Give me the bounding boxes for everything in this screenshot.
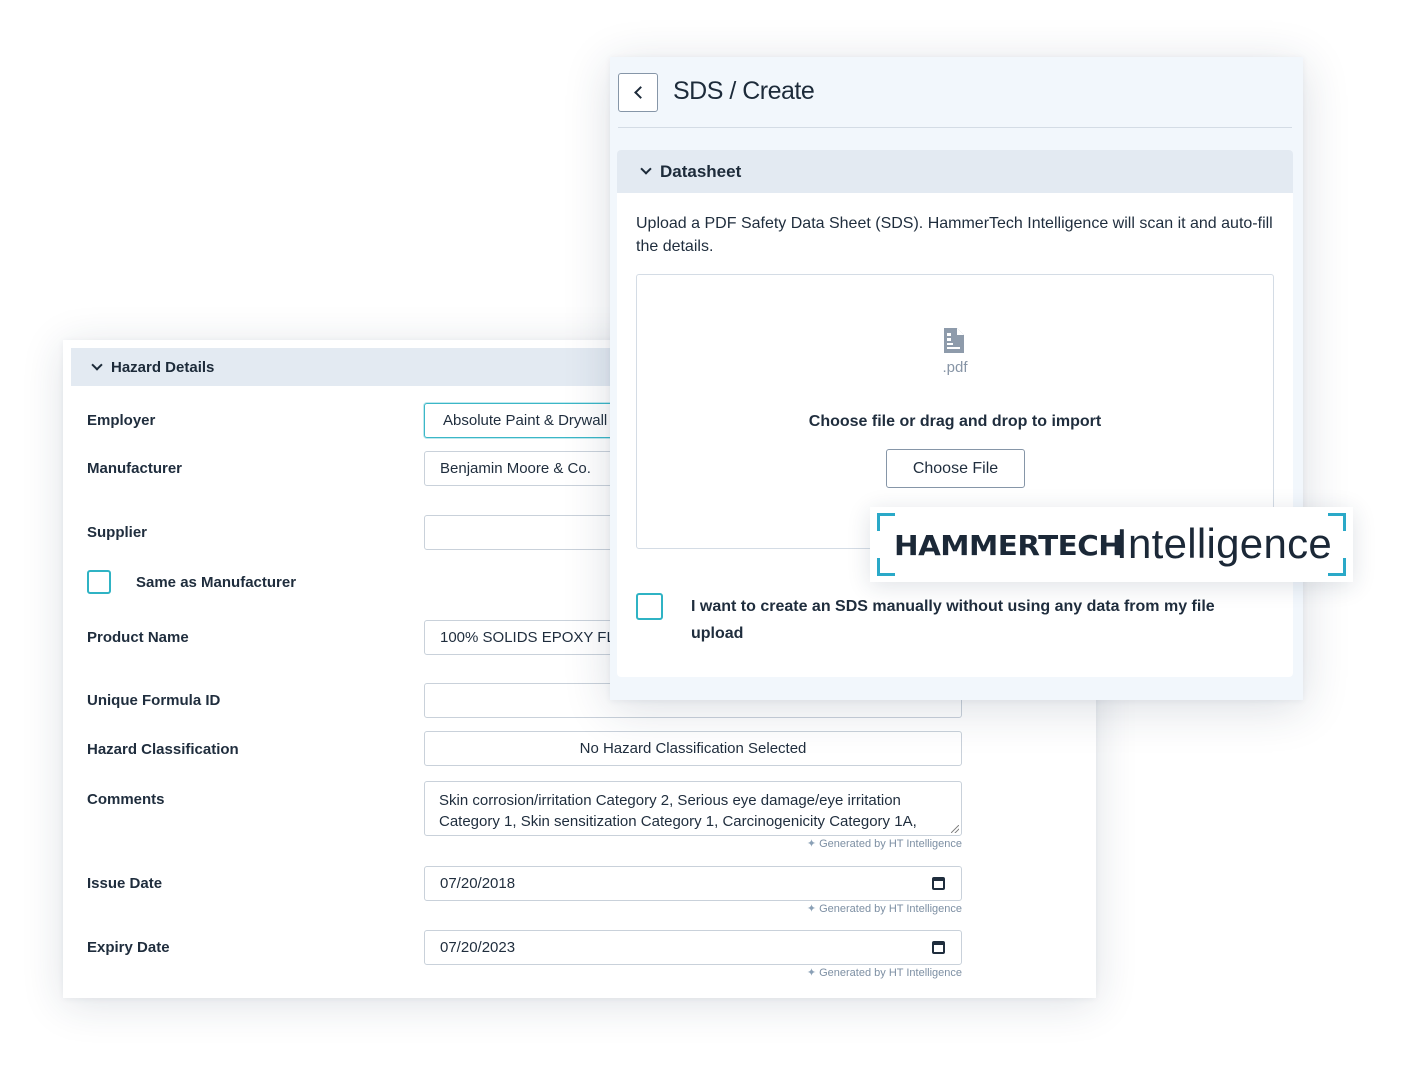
title-divider: [618, 127, 1292, 128]
hammertech-intelligence-logo: HAMMERTECH Intelligence: [870, 507, 1353, 582]
product-name-label: Product Name: [87, 629, 189, 646]
manual-create-label: I want to create an SDS manually without…: [691, 598, 1215, 642]
comments-label: Comments: [87, 791, 165, 808]
issue-date-field[interactable]: 07/20/2018: [424, 866, 962, 901]
manual-create-checkbox[interactable]: [636, 593, 663, 620]
generated-note-issue-date: ✦ Generated by HT Intelligence: [806, 903, 962, 915]
expiry-date-value: 07/20/2023: [440, 939, 516, 956]
sparkle-icon: ✦: [806, 967, 817, 979]
sparkle-icon: ✦: [806, 903, 817, 915]
logo-corner-bracket: [877, 513, 895, 531]
choose-file-button[interactable]: Choose File: [886, 449, 1025, 488]
same-as-manufacturer-checkbox[interactable]: [87, 570, 111, 594]
comments-text: Skin corrosion/irritation Category 2, Se…: [439, 792, 917, 835]
dropzone-instruction: Choose file or drag and drop to import: [808, 413, 1102, 430]
calendar-icon[interactable]: [932, 877, 945, 890]
manufacturer-label: Manufacturer: [87, 460, 183, 477]
issue-date-value: 07/20/2018: [440, 875, 516, 892]
resize-grip-icon[interactable]: [951, 825, 959, 833]
pdf-file-icon: [944, 328, 964, 353]
back-button[interactable]: [618, 73, 658, 112]
issue-date-label: Issue Date: [87, 875, 163, 892]
sds-create-card: SDS / Create Datasheet Upload a PDF Safe…: [610, 57, 1303, 700]
logo-product-text: Intelligence: [1116, 520, 1333, 567]
logo-corner-bracket: [877, 558, 895, 576]
datasheet-description: Upload a PDF Safety Data Sheet (SDS). Ha…: [636, 215, 1273, 255]
logo-brand-text: HAMMERTECH: [894, 529, 1123, 562]
unique-formula-id-label: Unique Formula ID: [87, 692, 221, 709]
comments-textarea[interactable]: Skin corrosion/irritation Category 2, Se…: [424, 781, 962, 836]
sparkle-icon: ✦: [806, 838, 817, 850]
same-as-manufacturer-label: Same as Manufacturer: [136, 574, 297, 591]
generated-note-expiry-date: ✦ Generated by HT Intelligence: [806, 967, 962, 979]
chevron-down-icon: [91, 358, 103, 371]
datasheet-panel: Datasheet Upload a PDF Safety Data Sheet…: [617, 150, 1293, 677]
datasheet-title: Datasheet: [660, 161, 742, 181]
hazard-classification-select[interactable]: No Hazard Classification Selected: [424, 731, 962, 766]
chevron-down-icon: [640, 163, 652, 175]
file-type-label: .pdf: [942, 359, 968, 376]
expiry-date-label: Expiry Date: [87, 939, 170, 956]
page-title: SDS / Create: [673, 77, 815, 105]
employer-label: Employer: [87, 412, 156, 429]
calendar-icon[interactable]: [932, 941, 945, 954]
datasheet-header[interactable]: Datasheet: [617, 150, 1293, 193]
expiry-date-field[interactable]: 07/20/2023: [424, 930, 962, 965]
supplier-label: Supplier: [87, 524, 148, 541]
chevron-left-icon: [633, 86, 647, 99]
hazard-details-title: Hazard Details: [111, 358, 215, 376]
hazard-classification-label: Hazard Classification: [87, 741, 239, 758]
generated-note-comments: ✦ Generated by HT Intelligence: [806, 838, 962, 850]
